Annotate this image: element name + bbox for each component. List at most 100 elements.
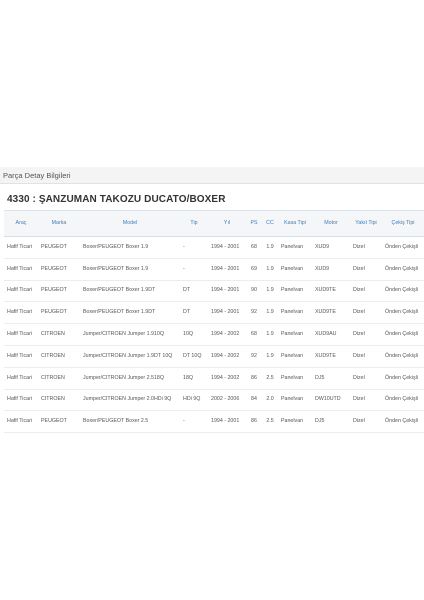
- cell-model: Boxer/PEUGEOT Boxer 1.9DT: [83, 287, 156, 294]
- table-row: Hafif Ticari CITROEN Jumper/CITROEN Jumper…: [4, 389, 424, 411]
- cell-tip: HDi 9Q: [183, 396, 201, 403]
- cell-model: Boxer/PEUGEOT Boxer 1.9: [83, 265, 149, 272]
- cell-kasa-tipi: Panelvan: [281, 418, 304, 425]
- cell-ps: 68: [251, 243, 257, 250]
- cell-cc: 2.5: [266, 374, 274, 381]
- header-kasa-tipi: Kasa Tipi: [284, 220, 306, 227]
- cell-cc: 1.9: [266, 287, 274, 294]
- cell-cekis-tipi: Önden Çekişli: [385, 243, 418, 250]
- cell-tip: 10Q: [183, 331, 194, 338]
- table-row: Hafif Ticari PEUGEOT Boxer/PEUGEOT Boxer 1…: [4, 258, 424, 281]
- header-yil: Yıl: [223, 220, 231, 227]
- cell-tip: 18Q: [183, 374, 194, 381]
- cell-cc: 2.5: [266, 418, 274, 425]
- cell-tip: -: [183, 243, 185, 250]
- cell-model: Jumper/CITROEN Jumper 2.0HDi 9Q: [83, 396, 172, 403]
- cell-yil: 1994 - 2001: [211, 309, 240, 316]
- cell-yakit-tipi: Dizel: [353, 352, 365, 359]
- cell-cc: 1.9: [266, 309, 274, 316]
- cell-ps: 69: [251, 265, 257, 272]
- header-tip: Tip: [190, 220, 198, 227]
- cell-kasa-tipi: Panelvan: [281, 331, 304, 338]
- cell-ps: 92: [251, 309, 257, 316]
- cell-motor: DW10UTD: [315, 396, 341, 403]
- cell-kasa-tipi: Panelvan: [281, 352, 304, 359]
- cell-arac: Hafif Ticari: [7, 396, 33, 403]
- cell-kasa-tipi: Panelvan: [281, 374, 304, 381]
- cell-cc: 1.9: [266, 265, 274, 272]
- cell-yakit-tipi: Dizel: [353, 418, 365, 425]
- cell-marka: CITROEN: [41, 374, 65, 381]
- cell-yil: 1994 - 2001: [211, 243, 240, 250]
- cell-model: Jumper/CITROEN Jumper 1.9DT 10Q: [83, 352, 173, 359]
- cell-arac: Hafif Ticari: [7, 352, 33, 359]
- cell-tip: -: [183, 418, 185, 425]
- cell-model: Jumper/CITROEN Jumper 1.910Q: [83, 331, 164, 338]
- cell-motor: XUD9: [315, 265, 330, 272]
- cell-arac: Hafif Ticari: [7, 374, 33, 381]
- cell-yakit-tipi: Dizel: [353, 396, 365, 403]
- cell-kasa-tipi: Panelvan: [281, 265, 304, 272]
- cell-yil: 1994 - 2002: [211, 352, 240, 359]
- table-row: Hafif Ticari PEUGEOT Boxer/PEUGEOT Boxer 1…: [4, 237, 424, 259]
- cell-marka: CITROEN: [41, 352, 65, 359]
- cell-ps: 86: [251, 418, 257, 425]
- cell-marka: PEUGEOT: [41, 265, 67, 272]
- table-row: Hafif Ticari CITROEN Jumper/CITROEN Jumper…: [4, 324, 424, 346]
- cell-tip: DT: [183, 309, 191, 316]
- cell-ps: 86: [251, 374, 257, 381]
- cell-tip: DT 10Q: [183, 352, 202, 359]
- cell-cekis-tipi: Önden Çekişli: [385, 331, 418, 338]
- cell-yakit-tipi: Dizel: [353, 243, 365, 250]
- cell-ps: 68: [251, 331, 257, 338]
- cell-motor: DJ5: [315, 374, 325, 381]
- header-model: Model: [122, 220, 138, 227]
- cell-yakit-tipi: Dizel: [353, 374, 365, 381]
- cell-cc: 1.9: [266, 331, 274, 338]
- cell-kasa-tipi: Panelvan: [281, 396, 304, 403]
- header-motor: Motor: [324, 220, 338, 227]
- cell-motor: XUD9: [315, 243, 330, 250]
- cell-marka: PEUGEOT: [41, 243, 67, 250]
- cell-marka: PEUGEOT: [41, 309, 67, 316]
- cell-cekis-tipi: Önden Çekişli: [385, 352, 418, 359]
- header-cc: CC: [266, 220, 274, 227]
- cell-cekis-tipi: Önden Çekişli: [385, 309, 418, 316]
- table-row: Hafif Ticari CITROEN Jumper/CITROEN Jumper…: [4, 367, 424, 390]
- cell-kasa-tipi: Panelvan: [281, 309, 304, 316]
- cell-ps: 92: [251, 352, 257, 359]
- cell-marka: CITROEN: [41, 331, 65, 338]
- table-header-row: Araç Marka Model Tip Yıl PS CC Kasa Tipi…: [4, 210, 424, 237]
- header-marka: Marka: [51, 220, 67, 227]
- table-row: Hafif Ticari CITROEN Jumper/CITROEN Jumper…: [4, 345, 424, 368]
- cell-arac: Hafif Ticari: [7, 418, 33, 425]
- table-row: Hafif Ticari PEUGEOT Boxer/PEUGEOT Boxer 1…: [4, 280, 424, 302]
- cell-yil: 1994 - 2001: [211, 287, 240, 294]
- cell-arac: Hafif Ticari: [7, 287, 33, 294]
- cell-model: Boxer/PEUGEOT Boxer 1.9DT: [83, 309, 156, 316]
- cell-motor: XUD9TE: [315, 352, 336, 359]
- cell-ps: 84: [251, 396, 257, 403]
- cell-yil: 1994 - 2001: [211, 265, 240, 272]
- cell-motor: XUD9AU: [315, 331, 337, 338]
- cell-yil: 1994 - 2002: [211, 374, 240, 381]
- header-ps: PS: [250, 220, 258, 227]
- section-title: Parça Detay Bilgileri: [3, 171, 71, 180]
- cell-tip: DT: [183, 287, 191, 294]
- cell-cekis-tipi: Önden Çekişli: [385, 418, 418, 425]
- cell-cc: 1.9: [266, 352, 274, 359]
- cell-arac: Hafif Ticari: [7, 265, 33, 272]
- header-yakit-tipi: Yakıt Tipi: [355, 220, 377, 227]
- cell-motor: DJ5: [315, 418, 325, 425]
- cell-yakit-tipi: Dizel: [353, 265, 365, 272]
- cell-cekis-tipi: Önden Çekişli: [385, 265, 418, 272]
- header-cekis-tipi: Çekiş Tipi: [391, 220, 415, 227]
- cell-kasa-tipi: Panelvan: [281, 243, 304, 250]
- vehicle-compatibility-table: Araç Marka Model Tip Yıl PS CC Kasa Tipi…: [4, 210, 424, 433]
- cell-yakit-tipi: Dizel: [353, 287, 365, 294]
- cell-cekis-tipi: Önden Çekişli: [385, 396, 418, 403]
- cell-yakit-tipi: Dizel: [353, 309, 365, 316]
- cell-cekis-tipi: Önden Çekişli: [385, 374, 418, 381]
- section-header: Parça Detay Bilgileri: [0, 167, 424, 184]
- cell-tip: -: [183, 265, 185, 272]
